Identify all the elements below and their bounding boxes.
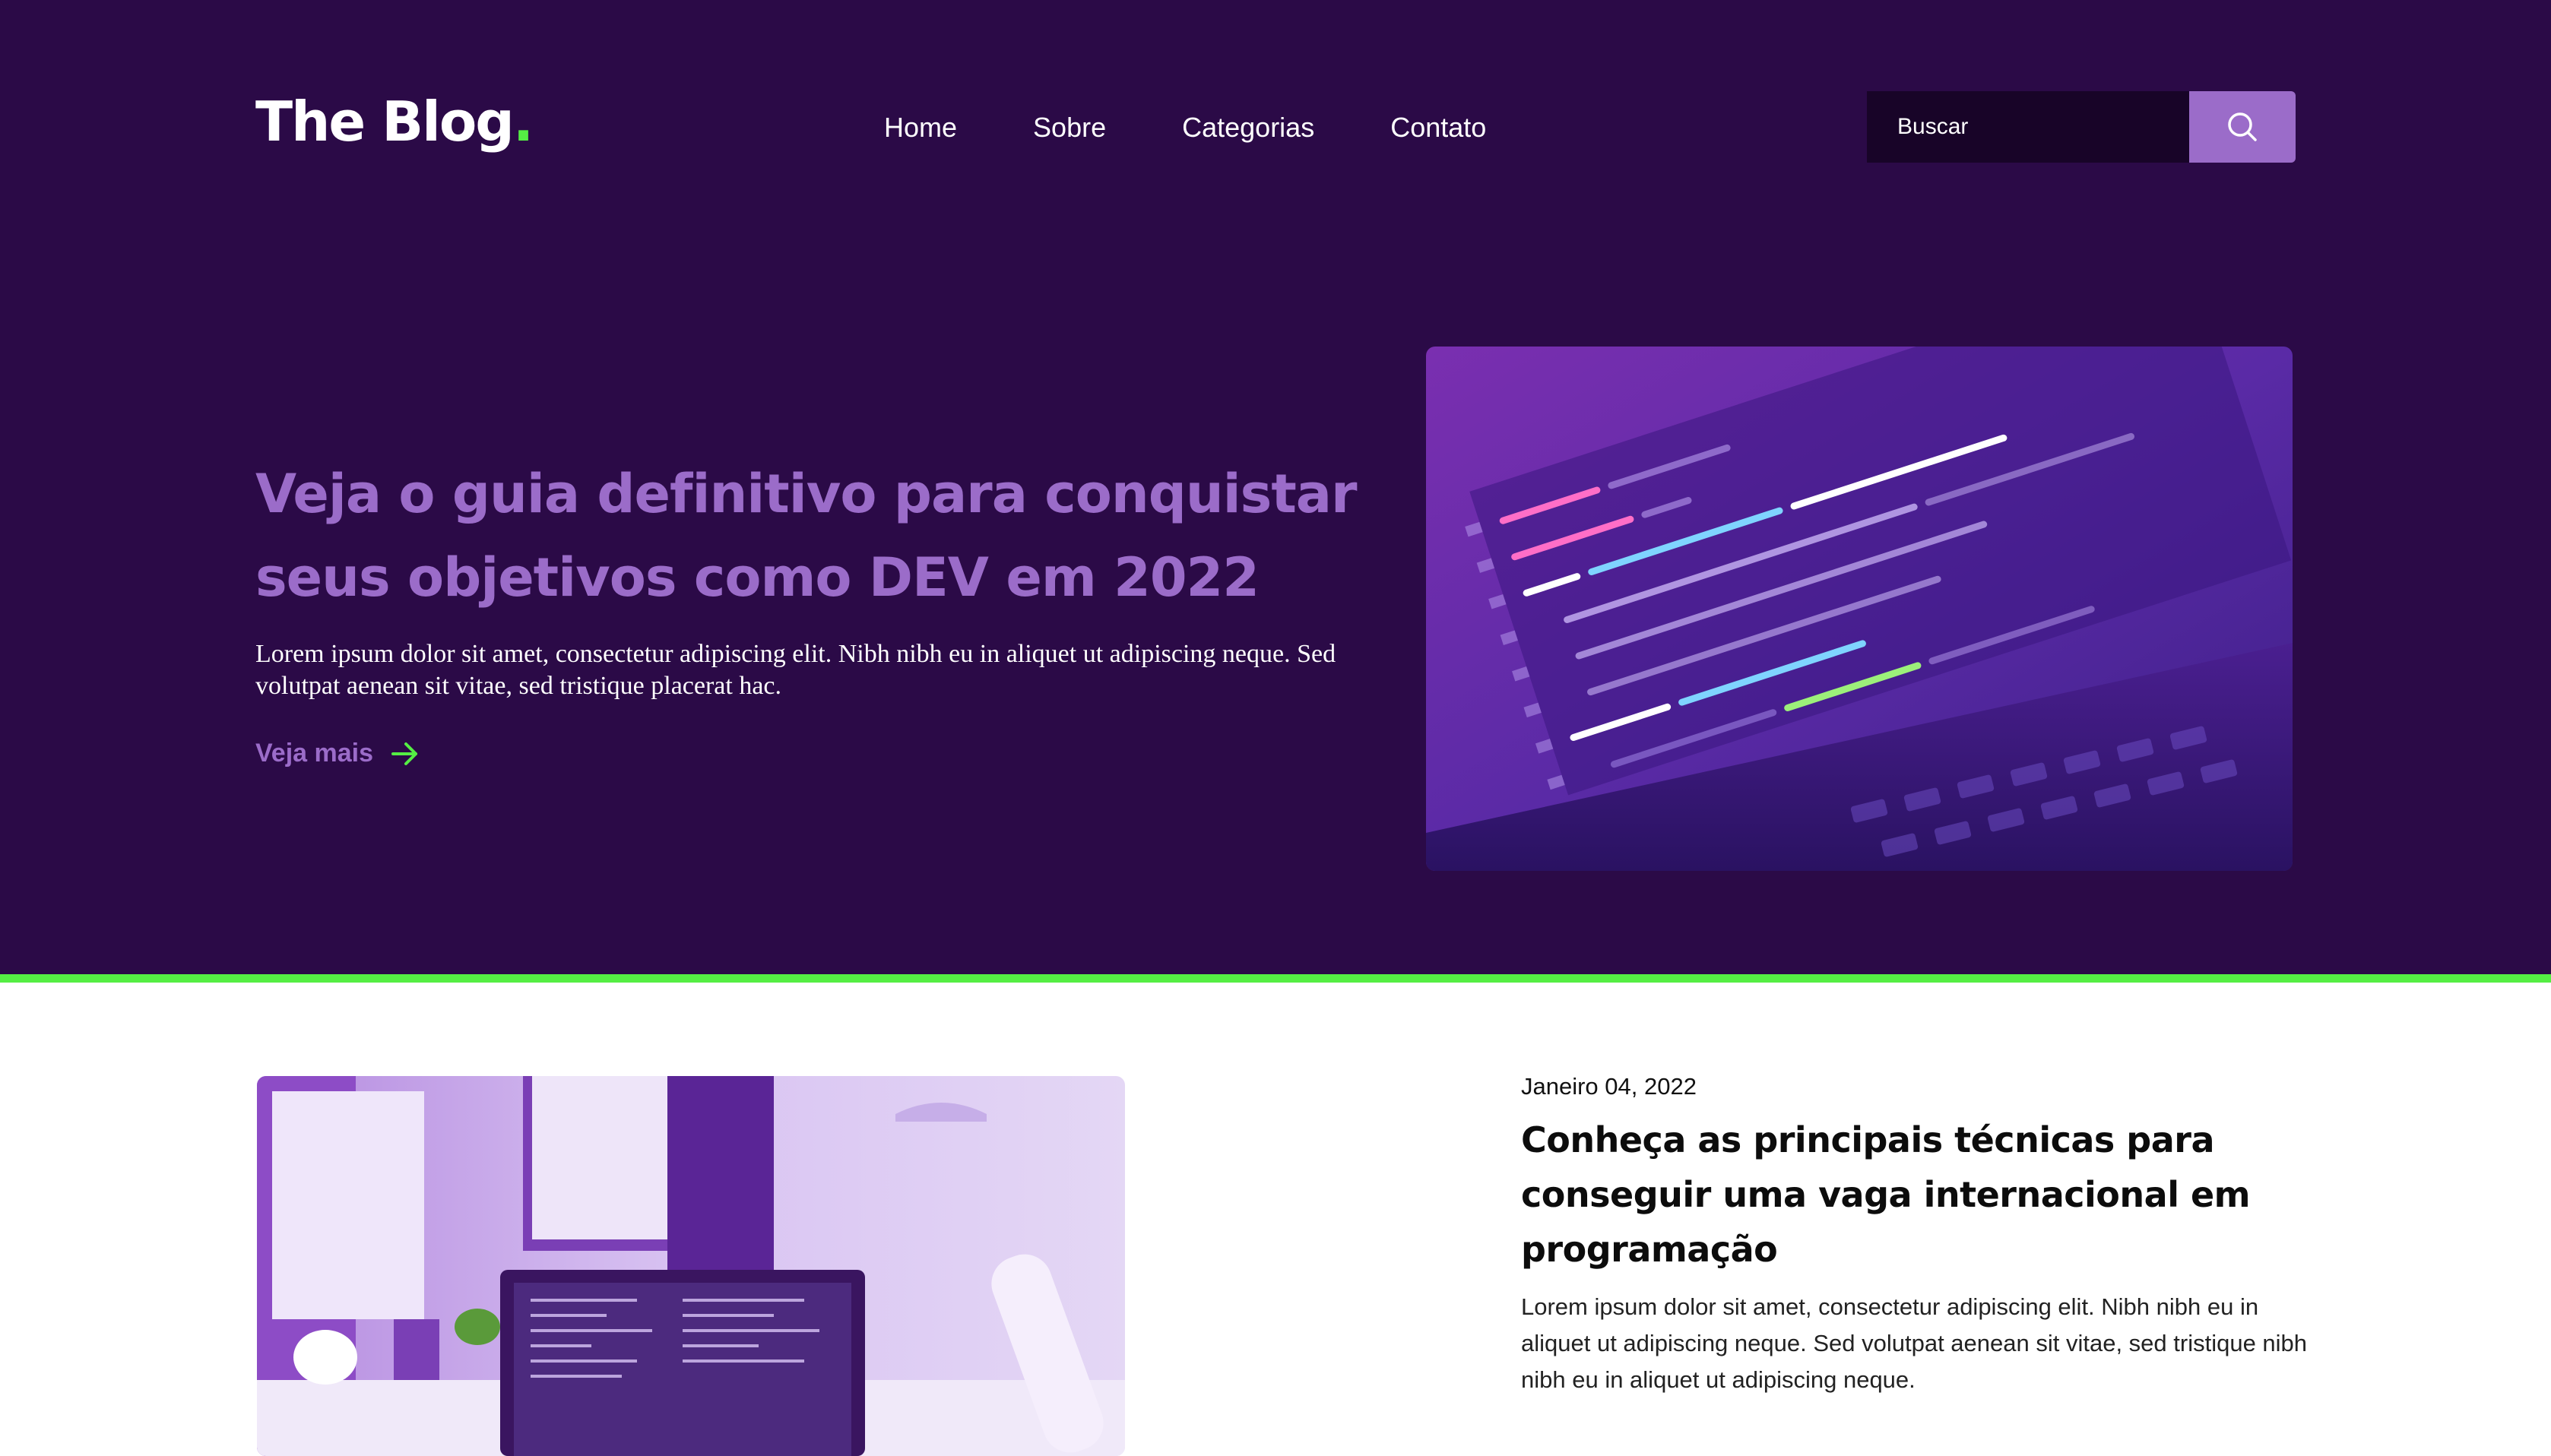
post-image[interactable] <box>257 1076 1125 1456</box>
post-date: Janeiro 04, 2022 <box>1521 1073 1697 1100</box>
hero-section: The Blog. Home Sobre Categorias Contato … <box>0 0 2551 974</box>
nav-contato[interactable]: Contato <box>1390 105 1486 150</box>
hero-description: Lorem ipsum dolor sit amet, consectetur … <box>255 640 1336 700</box>
desk-laptop-illustration <box>257 1076 1125 1456</box>
hero-read-more-link[interactable]: Veja mais <box>255 739 420 768</box>
search-icon <box>2228 112 2257 141</box>
nav-sobre[interactable]: Sobre <box>1033 105 1106 150</box>
hero-image <box>1426 347 2293 871</box>
read-more-label: Veja mais <box>255 739 374 768</box>
main-nav: Home Sobre Categorias Contato <box>884 105 1486 150</box>
logo[interactable]: The Blog. <box>255 85 534 158</box>
logo-text: The Blog <box>255 90 515 154</box>
nav-home[interactable]: Home <box>884 105 957 150</box>
arrow-right-icon <box>391 742 418 765</box>
search-box <box>1867 91 2296 163</box>
nav-categorias[interactable]: Categorias <box>1182 105 1314 150</box>
code-laptop-illustration <box>1426 347 2293 871</box>
logo-dot: . <box>512 90 534 154</box>
search-button[interactable] <box>2189 91 2296 163</box>
hero-divider <box>0 974 2551 983</box>
post-title[interactable]: Conheça as principais técnicas para cons… <box>1521 1113 2312 1277</box>
hero-title: Veja o guia definitivo para conquistar s… <box>255 463 1358 609</box>
post-excerpt: Lorem ipsum dolor sit amet, consectetur … <box>1521 1293 2308 1393</box>
search-input[interactable] <box>1867 91 2189 163</box>
